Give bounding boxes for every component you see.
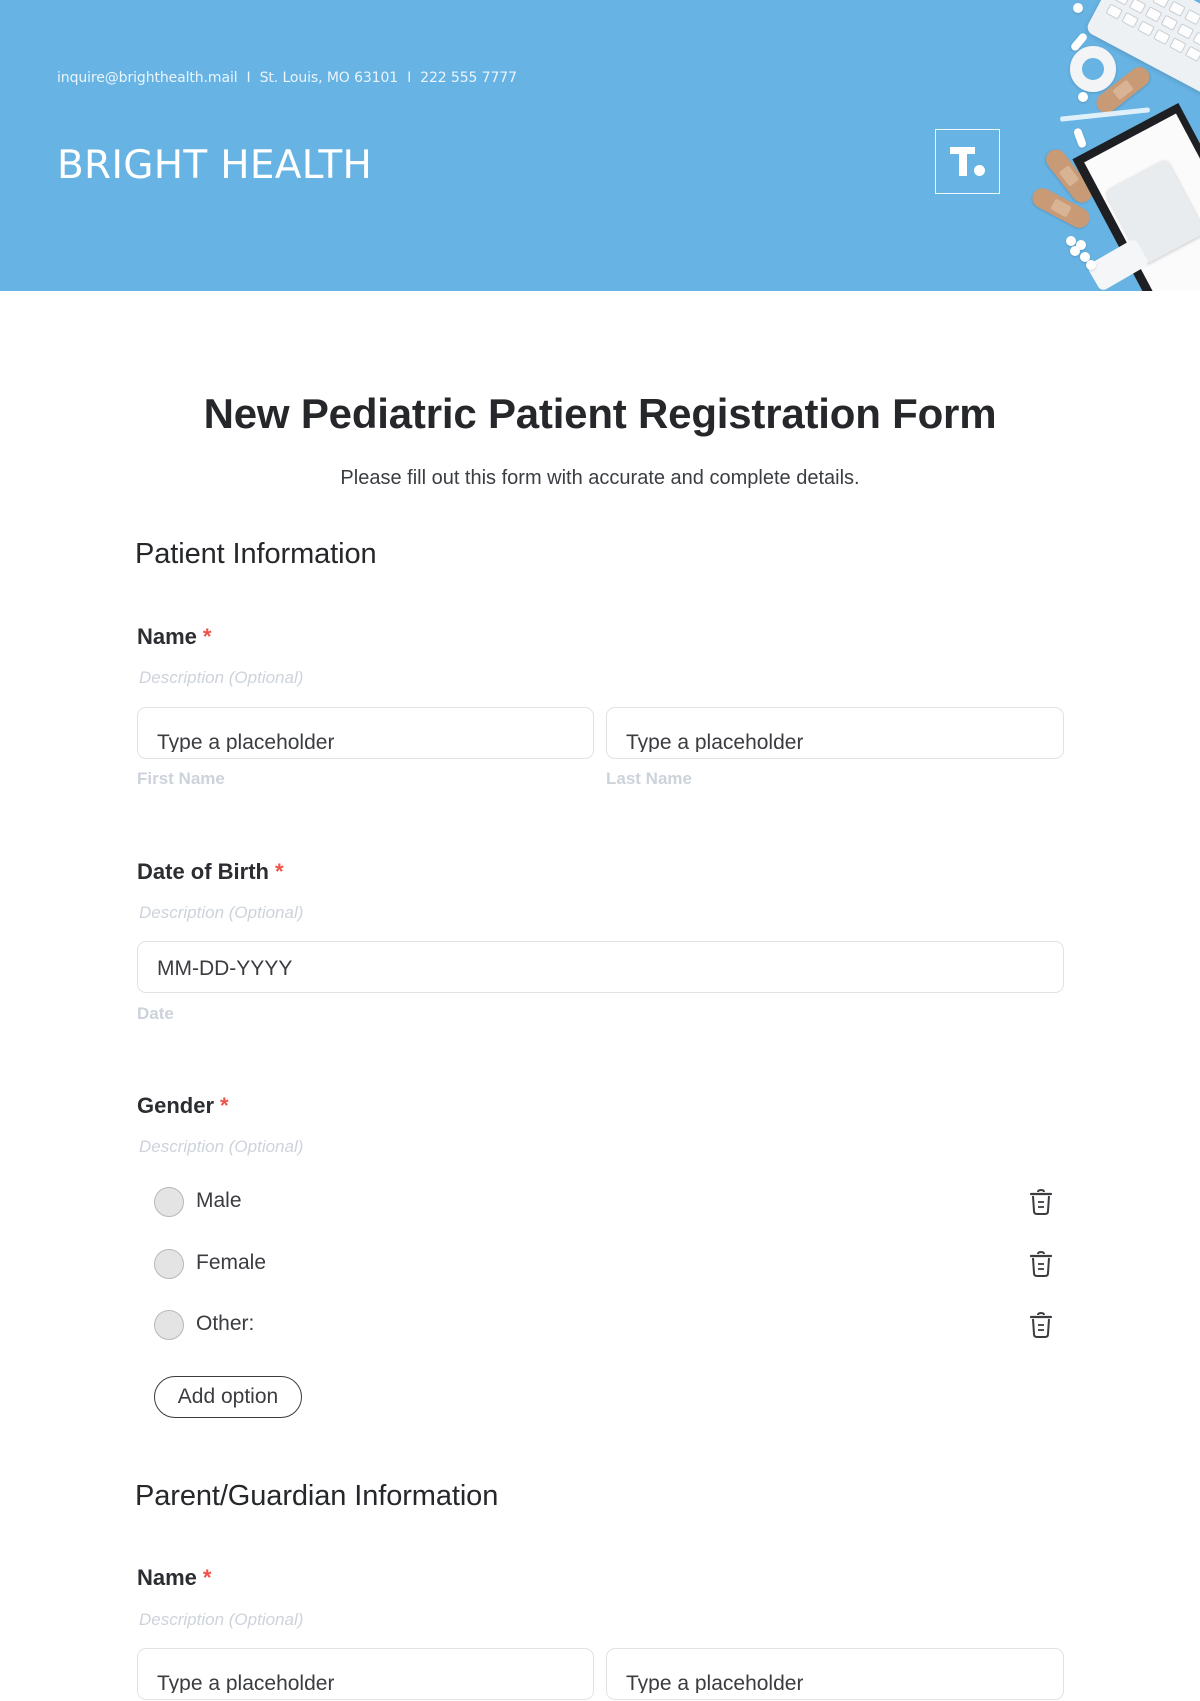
required-asterisk: * bbox=[275, 859, 284, 884]
last-name-input[interactable]: Type a placeholder bbox=[606, 707, 1064, 759]
input-placeholder: Type a placeholder bbox=[626, 1672, 804, 1693]
date-of-birth-input[interactable]: MM-DD-YYYY bbox=[137, 941, 1064, 993]
pill-icon bbox=[1086, 260, 1096, 270]
pill-icon bbox=[1066, 236, 1076, 246]
pill-icon bbox=[1078, 92, 1088, 102]
field-label-text: Name bbox=[137, 624, 197, 649]
first-name-input[interactable]: Type a placeholder bbox=[137, 707, 594, 759]
radio-label[interactable]: Other: bbox=[196, 1312, 254, 1336]
contact-separator: I bbox=[246, 70, 251, 86]
radio-button[interactable] bbox=[154, 1310, 184, 1340]
form-title: New Pediatric Patient Registration Form bbox=[203, 390, 997, 437]
sublabel-first-name: First Name bbox=[137, 769, 225, 788]
header-banner: inquire@brighthealth.mail I St. Louis, MO … bbox=[0, 0, 1200, 291]
contact-separator: I bbox=[407, 70, 412, 86]
input-placeholder: Type a placeholder bbox=[626, 731, 804, 752]
pill-icon bbox=[1073, 3, 1083, 13]
field-description[interactable]: Description (Optional) bbox=[139, 903, 303, 923]
radio-option-other[interactable]: Other: bbox=[154, 1309, 1054, 1341]
input-placeholder: Type a placeholder bbox=[157, 731, 335, 752]
field-label-text: Gender bbox=[137, 1093, 215, 1118]
radio-option-female[interactable]: Female bbox=[154, 1248, 1054, 1280]
radio-label[interactable]: Female bbox=[196, 1251, 266, 1275]
contact-email[interactable]: inquire@brighthealth.mail bbox=[57, 70, 238, 86]
required-asterisk: * bbox=[220, 1093, 229, 1118]
field-description[interactable]: Description (Optional) bbox=[139, 1610, 303, 1630]
field-description[interactable]: Description (Optional) bbox=[139, 668, 303, 688]
radio-button[interactable] bbox=[154, 1187, 184, 1217]
trash-icon[interactable] bbox=[1028, 1311, 1054, 1339]
section-title-parent-guardian-information: Parent/Guardian Information bbox=[135, 1480, 499, 1512]
required-asterisk: * bbox=[202, 624, 212, 649]
input-placeholder: MM-DD-YYYY bbox=[157, 957, 293, 980]
contact-phone[interactable]: 222 555 7777 bbox=[420, 70, 517, 86]
field-label-gender: Gender * bbox=[137, 1093, 229, 1119]
radio-button[interactable] bbox=[154, 1249, 184, 1279]
field-label-date-of-birth: Date of Birth * bbox=[137, 859, 284, 885]
tape-roll-icon bbox=[1070, 46, 1116, 92]
contact-line: inquire@brighthealth.mail I St. Louis, MO … bbox=[57, 70, 517, 86]
add-option-button[interactable]: Add option bbox=[154, 1376, 302, 1418]
section-title-patient-information: Patient Information bbox=[135, 538, 377, 570]
logo-icon bbox=[935, 129, 1000, 194]
field-label-patient-name: Name * bbox=[137, 624, 211, 650]
brand-name: BRIGHT HEALTH bbox=[57, 143, 373, 188]
field-description[interactable]: Description (Optional) bbox=[139, 1137, 303, 1157]
medical-supplies-image bbox=[1020, 0, 1200, 291]
form-subtitle: Please fill out this form with accurate … bbox=[340, 467, 860, 489]
radio-label[interactable]: Male bbox=[196, 1189, 242, 1213]
field-label-text: Name bbox=[137, 1565, 197, 1590]
input-placeholder: Type a placeholder bbox=[157, 1672, 335, 1693]
trash-icon[interactable] bbox=[1028, 1250, 1054, 1278]
contact-address: St. Louis, MO 63101 bbox=[259, 70, 399, 86]
field-label-text: Date of Birth bbox=[137, 859, 269, 884]
trash-icon[interactable] bbox=[1028, 1188, 1054, 1216]
sublabel-date: Date bbox=[137, 1004, 174, 1023]
logo-t-stem bbox=[959, 147, 967, 176]
pill-icon bbox=[1070, 246, 1080, 256]
logo-dot bbox=[974, 165, 985, 176]
guardian-first-name-input[interactable]: Type a placeholder bbox=[137, 1648, 594, 1700]
sublabel-last-name: Last Name bbox=[606, 769, 692, 788]
radio-option-male[interactable]: Male bbox=[154, 1186, 1054, 1218]
field-label-guardian-name: Name * bbox=[137, 1565, 211, 1591]
capsule-icon bbox=[1072, 127, 1088, 149]
guardian-last-name-input[interactable]: Type a placeholder bbox=[606, 1648, 1064, 1700]
required-asterisk: * bbox=[202, 1565, 212, 1590]
